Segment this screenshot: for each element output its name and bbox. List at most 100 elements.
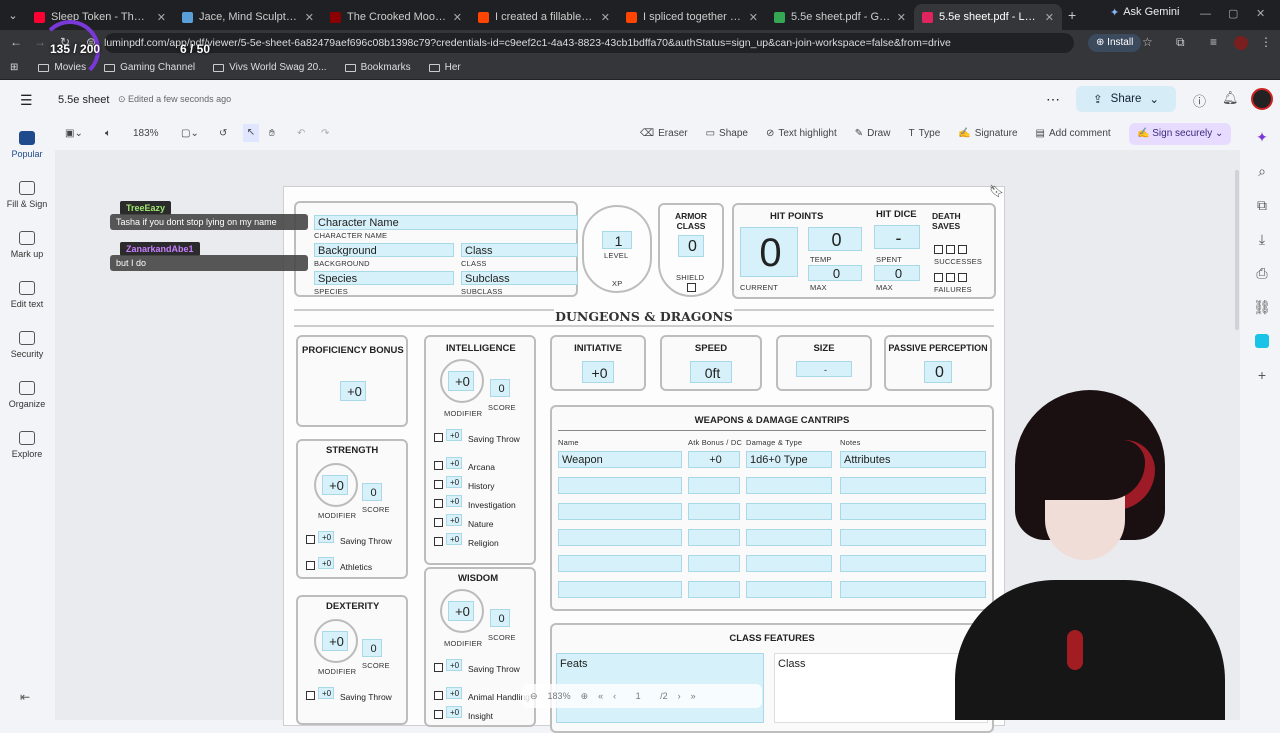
bookmark-star-icon[interactable]: ☆ <box>1142 35 1153 49</box>
int-score-field[interactable]: 0 <box>490 379 510 397</box>
select-tool-icon[interactable]: ↖ <box>243 124 259 142</box>
bookmark-item[interactable]: Gaming Channel <box>98 62 201 73</box>
hand-tool-icon[interactable]: ✋︎ <box>269 128 275 139</box>
skill-value-field[interactable]: +0 <box>446 533 462 545</box>
bookmark-item[interactable]: Vivs World Swag 20... <box>207 62 332 73</box>
zoom-out-icon[interactable]: ⊖ <box>530 691 538 702</box>
weapon-cell[interactable] <box>746 529 832 546</box>
dex-score-field[interactable]: 0 <box>362 639 382 657</box>
close-window-icon[interactable]: ✕ <box>1256 7 1265 20</box>
tab-search-icon[interactable]: ≡ <box>1210 35 1217 49</box>
background-field[interactable]: Background <box>314 243 454 257</box>
skill-value-field[interactable]: +0 <box>446 476 462 488</box>
skill-checkbox[interactable] <box>434 461 443 470</box>
sidebar-item-mark-up[interactable]: Mark up <box>0 220 54 270</box>
install-button[interactable]: ⊕ Install <box>1088 34 1142 52</box>
weapon-cell[interactable] <box>558 477 682 494</box>
page-bookmark-icon[interactable]: 🔖︎ <box>989 184 1004 198</box>
death-success-3[interactable] <box>958 245 967 254</box>
subclass-field[interactable]: Subclass <box>461 271 578 285</box>
bookmark-item[interactable]: Her <box>423 62 467 73</box>
hit-dice-max-field[interactable]: 0 <box>874 265 920 281</box>
death-failure-3[interactable] <box>958 273 967 282</box>
tool-shape[interactable]: ▭ Shape <box>706 128 748 139</box>
sidebar-item-popular[interactable]: Popular <box>0 120 54 170</box>
tool-add-comment[interactable]: ▤ Add comment <box>1036 128 1111 139</box>
species-field[interactable]: Species <box>314 271 454 285</box>
weapon-cell[interactable] <box>558 581 682 598</box>
browser-tab[interactable]: 5.5e sheet.pdf - Lumin Lum ✕ <box>914 4 1062 30</box>
level-field[interactable]: 1 <box>602 231 632 249</box>
help-icon[interactable]: ⓘ <box>1193 91 1206 110</box>
print-icon[interactable]: ⎙ <box>1247 256 1277 290</box>
dex-save-checkbox[interactable] <box>306 691 315 700</box>
notification-bell-icon[interactable]: 🔔︎ <box>1222 90 1239 106</box>
skill-checkbox[interactable] <box>434 537 443 546</box>
athletics-checkbox[interactable] <box>306 561 315 570</box>
death-success-1[interactable] <box>934 245 943 254</box>
user-avatar[interactable] <box>1251 88 1273 110</box>
skill-checkbox[interactable] <box>434 480 443 489</box>
more-icon[interactable]: ⋯ <box>1046 91 1060 108</box>
thumbnail-icon[interactable]: ▣⌄ <box>65 128 83 139</box>
weapon-cell[interactable] <box>558 555 682 572</box>
initiative-field[interactable]: +0 <box>582 361 614 383</box>
weapon-cell[interactable] <box>688 503 740 520</box>
skill-checkbox[interactable] <box>434 710 443 719</box>
browser-tab[interactable]: Jace, Mind Sculptor [Fo ✕ <box>174 4 322 30</box>
str-score-field[interactable]: 0 <box>362 483 382 501</box>
proficiency-field[interactable]: +0 <box>340 381 366 401</box>
passive-perception-field[interactable]: 0 <box>924 361 952 383</box>
skill-checkbox[interactable] <box>434 518 443 527</box>
menu-icon[interactable]: ⋮ <box>1260 35 1272 49</box>
ask-gemini-button[interactable]: ✦ Ask Gemini <box>1110 6 1179 19</box>
close-tab-icon[interactable]: ✕ <box>1045 11 1054 24</box>
rotate-icon[interactable]: ↺ <box>219 128 227 139</box>
sidebar-item-explore[interactable]: Explore <box>0 420 54 470</box>
dex-modifier-field[interactable]: +0 <box>322 631 348 651</box>
hp-max-field[interactable]: 0 <box>808 265 862 281</box>
browser-tab[interactable]: I spliced together the new ✕ <box>618 4 766 30</box>
weapon-cell[interactable] <box>746 503 832 520</box>
close-tab-icon[interactable]: ✕ <box>305 11 314 24</box>
armor-class-field[interactable]: 0 <box>678 235 704 257</box>
url-field[interactable]: luminpdf.com/app/pdf/viewer/5-5e-sheet-6… <box>104 33 1074 53</box>
share-button[interactable]: ⇪ Share ⌄ <box>1076 86 1176 112</box>
download-icon[interactable]: ⤓ <box>1247 222 1277 256</box>
sidebar-item-organize[interactable]: Organize <box>0 370 54 420</box>
skill-value-field[interactable]: +0 <box>446 457 462 469</box>
link-icon[interactable]: ⛓︎ <box>1247 290 1277 324</box>
weapon-cell[interactable] <box>688 555 740 572</box>
weapon-cell[interactable] <box>688 529 740 546</box>
hp-temp-field[interactable]: 0 <box>808 227 862 251</box>
app-integration-icon[interactable] <box>1247 324 1277 358</box>
shield-checkbox[interactable] <box>687 283 696 292</box>
add-app-icon[interactable]: + <box>1247 358 1277 392</box>
size-field[interactable]: - <box>796 361 852 377</box>
read-aloud-icon[interactable]: 🔈︎ <box>105 128 111 139</box>
last-page-icon[interactable]: » <box>691 691 696 701</box>
weapon-cell[interactable]: 1d6+0 Type <box>746 451 832 468</box>
death-failure-2[interactable] <box>946 273 955 282</box>
scrollbar[interactable] <box>1235 170 1239 330</box>
zoom-select[interactable]: 183% <box>133 128 159 139</box>
tab-list-icon[interactable]: ⌄ <box>0 9 26 22</box>
skill-checkbox[interactable] <box>434 499 443 508</box>
skill-value-field[interactable]: +0 <box>446 706 462 718</box>
death-failure-1[interactable] <box>934 273 943 282</box>
prev-page-icon[interactable]: ‹ <box>613 691 616 701</box>
weapon-cell[interactable] <box>688 581 740 598</box>
dex-save-field[interactable]: +0 <box>318 687 334 699</box>
wis-score-field[interactable]: 0 <box>490 609 510 627</box>
pager-zoom[interactable]: 183% <box>548 691 571 701</box>
bookmark-item[interactable]: Bookmarks <box>339 62 417 73</box>
wis-save-checkbox[interactable] <box>434 663 443 672</box>
close-tab-icon[interactable]: ✕ <box>749 11 758 24</box>
maximize-icon[interactable]: ▢ <box>1228 7 1238 20</box>
int-save-checkbox[interactable] <box>434 433 443 442</box>
sign-securely-button[interactable]: ✍ Sign securely ⌄ <box>1129 123 1232 145</box>
minimize-icon[interactable]: — <box>1200 8 1211 20</box>
skill-value-field[interactable]: +0 <box>446 687 462 699</box>
death-success-2[interactable] <box>946 245 955 254</box>
undo-icon[interactable]: ↶ <box>297 128 305 139</box>
